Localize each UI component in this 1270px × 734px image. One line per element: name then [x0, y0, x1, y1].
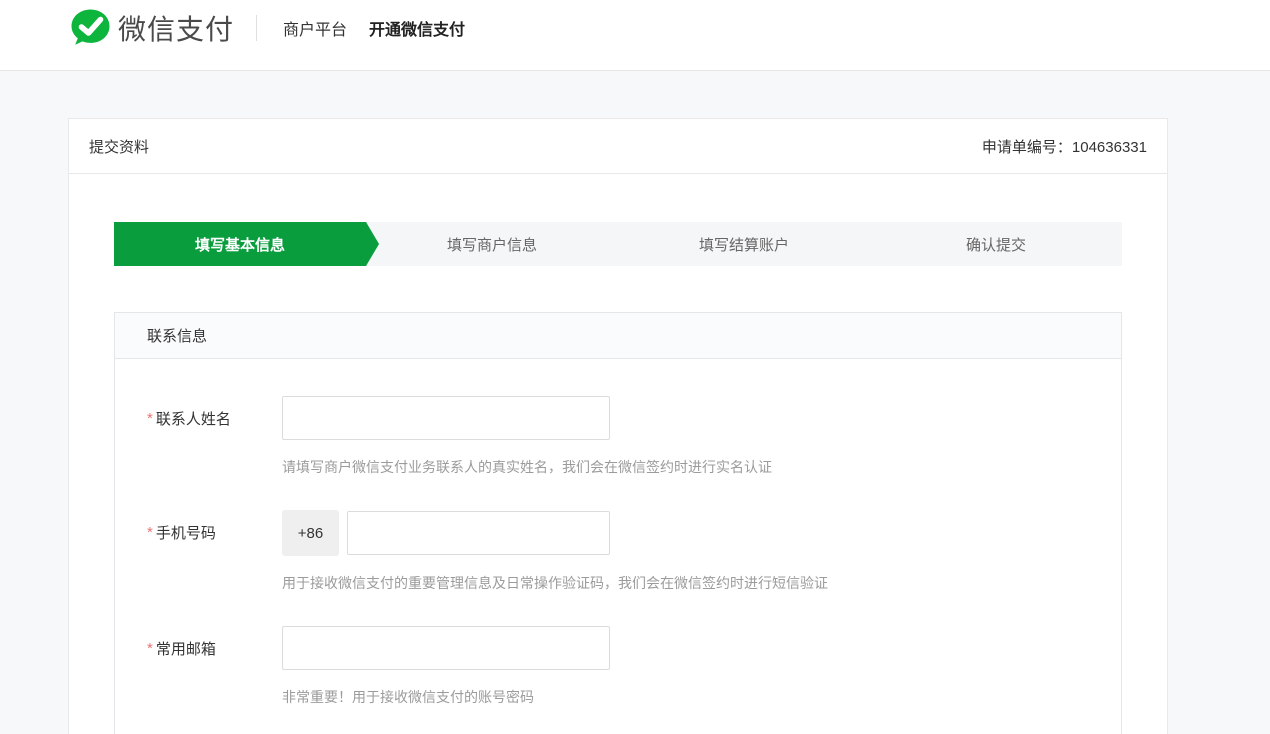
panel-title: 提交资料 — [89, 136, 149, 157]
step-label: 确认提交 — [966, 234, 1026, 255]
submit-materials-panel: 提交资料 申请单编号：104636331 填写基本信息 填写商户信息 填写结算账… — [68, 118, 1168, 734]
contact-name-help: 请填写商户微信支付业务联系人的真实姓名，我们会在微信签约时进行实名认证 — [282, 457, 772, 477]
email-label: * 常用邮箱 — [147, 626, 282, 670]
required-marker: * — [147, 410, 153, 427]
step-confirm-submit[interactable]: 确认提交 — [870, 222, 1122, 266]
wechat-pay-logo[interactable]: 微信支付 — [70, 8, 234, 48]
step-basic-info[interactable]: 填写基本信息 — [114, 222, 366, 266]
progress-steps: 填写基本信息 填写商户信息 填写结算账户 确认提交 — [114, 222, 1122, 266]
contact-info-section: 联系信息 * 联系人姓名 请填写商户微信支付业务联系人的真实姓名，我们会在微信签… — [114, 312, 1122, 734]
panel-header: 提交资料 申请单编号：104636331 — [69, 119, 1167, 174]
email-row: * 常用邮箱 非常重要！用于接收微信支付的账号密码 — [147, 626, 1089, 707]
nav-item-merchant-platform[interactable]: 商户平台 — [283, 16, 347, 40]
required-marker: * — [147, 640, 153, 657]
email-input[interactable] — [282, 626, 610, 670]
required-marker: * — [147, 524, 153, 541]
email-help: 非常重要！用于接收微信支付的账号密码 — [282, 687, 610, 707]
mobile-number-label: * 手机号码 — [147, 510, 282, 554]
mobile-number-input[interactable] — [347, 511, 610, 555]
nav-item-open-wechat-pay[interactable]: 开通微信支付 — [369, 16, 465, 40]
step-label: 填写基本信息 — [195, 234, 285, 255]
section-title: 联系信息 — [147, 325, 207, 346]
top-nav: 商户平台 开通微信支付 — [283, 16, 487, 40]
wechat-bubble-check-icon — [70, 8, 111, 48]
contact-name-label: * 联系人姓名 — [147, 396, 282, 440]
contact-name-row: * 联系人姓名 请填写商户微信支付业务联系人的真实姓名，我们会在微信签约时进行实… — [147, 396, 1089, 477]
logo-text: 微信支付 — [118, 8, 234, 48]
step-merchant-info[interactable]: 填写商户信息 — [366, 222, 618, 266]
mobile-number-row: * 手机号码 +86 用于接收微信支付的重要管理信息及日常操作验证码，我们会在微… — [147, 510, 1089, 593]
country-code-prefix: +86 — [282, 510, 339, 556]
section-header: 联系信息 — [115, 313, 1121, 359]
step-label: 填写结算账户 — [699, 234, 789, 255]
contact-name-input[interactable] — [282, 396, 610, 440]
step-label: 填写商户信息 — [447, 234, 537, 255]
mobile-number-help: 用于接收微信支付的重要管理信息及日常操作验证码，我们会在微信签约时进行短信验证 — [282, 573, 828, 593]
step-settlement-account[interactable]: 填写结算账户 — [618, 222, 870, 266]
top-bar: 微信支付 商户平台 开通微信支付 — [0, 0, 1270, 71]
nav-divider — [256, 15, 257, 41]
application-number: 申请单编号：104636331 — [982, 136, 1147, 157]
